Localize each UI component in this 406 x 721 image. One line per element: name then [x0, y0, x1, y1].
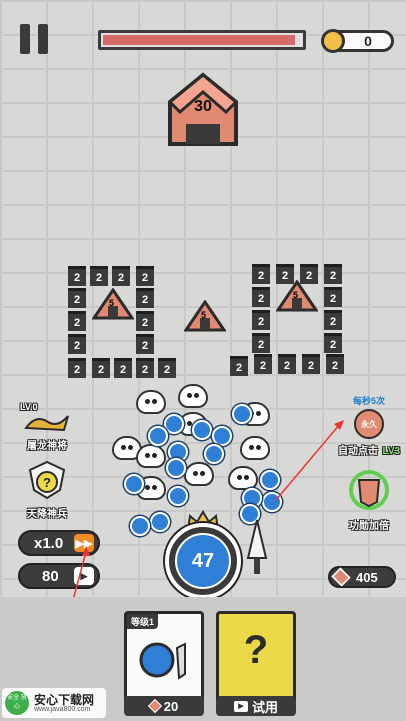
- annotation-arrows: [73, 420, 344, 597]
- site-watermark: 安全 放心 安心下载网 www.java800.com: [2, 688, 106, 718]
- watermark-url: www.java800.com: [34, 706, 91, 713]
- mystery-card[interactable]: ? ▶ 试用: [216, 611, 296, 716]
- try-label: 试用: [251, 699, 278, 715]
- watermark-logo: 安全 放心: [5, 691, 29, 715]
- video-ad-icon: ▶: [233, 700, 248, 712]
- weapon-icon: [139, 642, 186, 680]
- gem-icon: [147, 698, 162, 714]
- mystery-symbol: ?: [243, 628, 269, 672]
- weapon-card[interactable]: 等级1 20: [124, 611, 204, 716]
- weapon-cost-button[interactable]: 20: [124, 696, 204, 716]
- try-button[interactable]: ▶ 试用: [216, 696, 296, 716]
- weapon-cost: 20: [163, 698, 179, 714]
- weapon-level: 等级1: [127, 614, 159, 629]
- game-scene[interactable]: 0 30 2 2 2 2 2 2 2 2 2 2 2 2 2 2 2 2 2 2…: [0, 0, 406, 597]
